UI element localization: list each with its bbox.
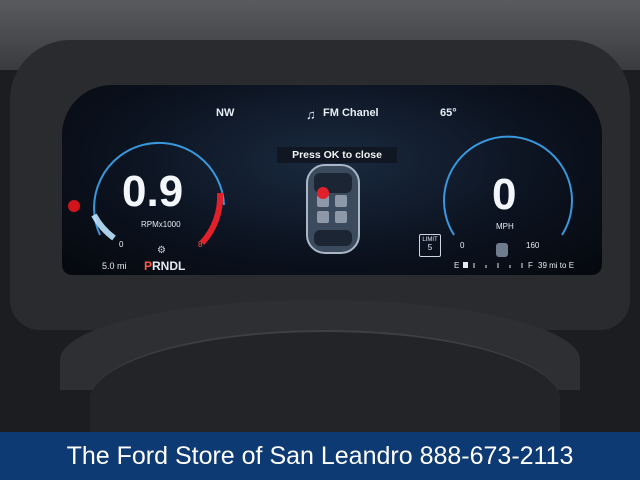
media-source-label: FM Chanel: [323, 107, 379, 119]
fuel-range-value: 39: [538, 261, 547, 270]
dealer-phone: 888-673-2113: [419, 442, 574, 470]
speed-limit-value: 5: [427, 243, 433, 252]
tach-scale-min: 0: [119, 240, 124, 249]
odometer-unit: mi: [117, 261, 127, 271]
gear-shifter-icon: ⚙: [157, 245, 166, 256]
music-note-icon: ♫: [306, 107, 316, 122]
speed-unit: MPH: [496, 222, 514, 231]
vehicle-icon: [306, 164, 360, 254]
fuel-gauge-ticks: [473, 263, 523, 268]
odometer-value: 5.0: [102, 261, 115, 271]
instrument-cluster: NW ♫ FM Chanel 65° Press OK to close 0.9…: [62, 85, 602, 275]
fuel-range-unit: mi to E: [549, 261, 575, 270]
fuel-full-label: F: [528, 261, 533, 270]
odometer: 5.0 mi: [102, 261, 127, 271]
tach-scale-max: 8: [198, 240, 203, 249]
speed-scale-max: 160: [526, 241, 540, 250]
gear-others: RNDL: [152, 259, 186, 273]
speed-scale-min: 0: [460, 241, 465, 250]
dealer-banner: The Ford Store of San Leandro 888-673-21…: [0, 432, 640, 480]
compass-heading: NW: [216, 107, 235, 119]
fuel-empty-label: E: [454, 261, 460, 270]
dealer-name: The Ford Store of San Leandro: [66, 442, 413, 470]
gear-selected: P: [144, 259, 153, 273]
speed-value: 0: [492, 170, 517, 219]
adaptive-cruise-icon: [496, 243, 508, 257]
speed-limit-sign: LIMIT 5: [419, 234, 441, 257]
fuel-range: 39 mi to E: [538, 261, 574, 270]
gear-indicator: PRNDL: [144, 259, 185, 273]
tach-unit: RPMx1000: [141, 220, 181, 229]
press-ok-notice: Press OK to close: [277, 147, 397, 163]
warning-light-icon: [68, 200, 80, 212]
tach-value: 0.9: [122, 167, 184, 216]
outside-temperature: 65°: [440, 107, 457, 119]
